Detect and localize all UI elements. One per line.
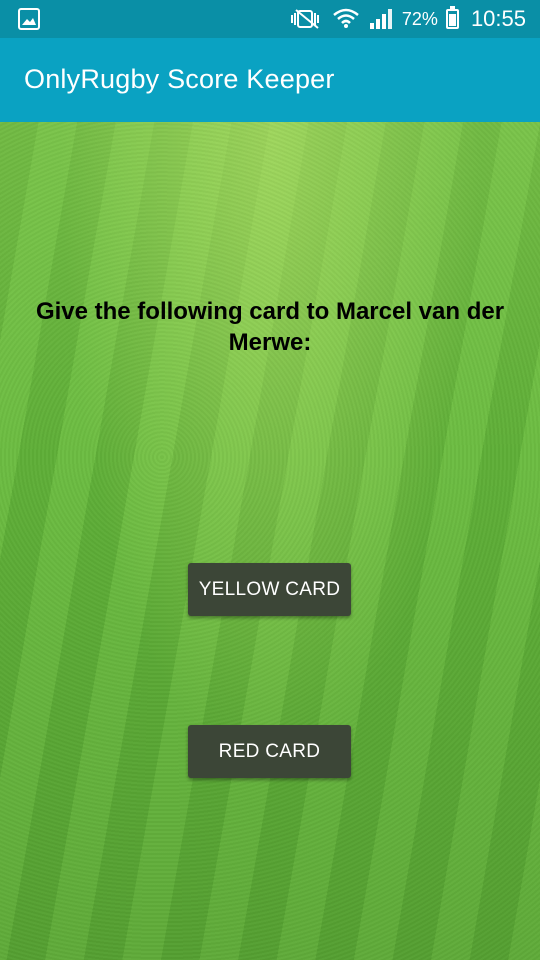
grass-background [0, 122, 540, 960]
mute-vibrate-icon [290, 9, 319, 29]
status-icons: 72% 10:55 [290, 0, 526, 38]
yellow-card-button[interactable]: YELLOW CARD [188, 563, 351, 616]
image-notification-icon [18, 8, 40, 30]
card-instruction-text: Give the following card to Marcel van de… [35, 298, 505, 356]
status-bar: 72% 10:55 [0, 0, 540, 38]
app-title: OnlyRugby Score Keeper [24, 64, 335, 94]
battery-percent: 72% [401, 8, 438, 29]
battery-icon [445, 6, 459, 29]
wifi-icon [333, 8, 359, 28]
app-bar: OnlyRugby Score Keeper [0, 38, 540, 122]
signal-icon [369, 9, 392, 29]
red-card-button[interactable]: RED CARD [188, 725, 351, 778]
status-time: 10:55 [470, 6, 526, 31]
